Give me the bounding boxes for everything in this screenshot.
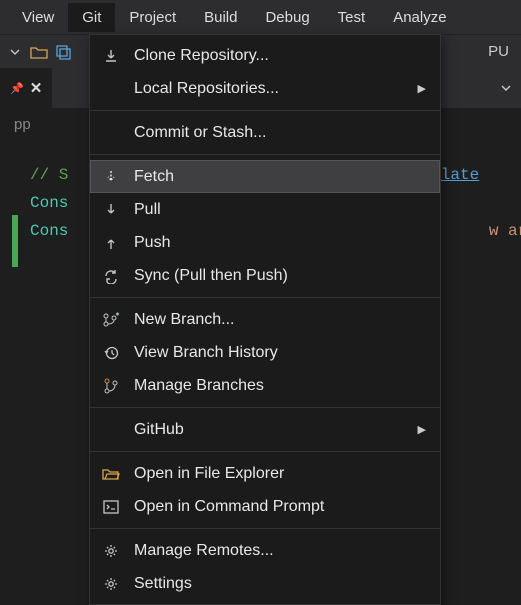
menu-separator xyxy=(90,407,440,408)
gear-icon xyxy=(100,573,122,595)
change-gutter-mark xyxy=(12,215,18,267)
menu-label: Sync (Pull then Push) xyxy=(134,267,288,285)
menu-label: Clone Repository... xyxy=(134,47,269,65)
menu-label: Push xyxy=(134,234,170,252)
toolbar-caret-icon[interactable] xyxy=(6,43,24,61)
git-menu-new-branch[interactable]: New Branch... xyxy=(90,303,440,336)
git-menu-pull[interactable]: Pull xyxy=(90,193,440,226)
download-icon xyxy=(100,45,122,67)
push-icon xyxy=(100,232,122,254)
git-menu-manage-remotes[interactable]: Manage Remotes... xyxy=(90,534,440,567)
menu-test[interactable]: Test xyxy=(324,3,380,32)
menu-analyze[interactable]: Analyze xyxy=(379,3,460,32)
blank-icon xyxy=(100,419,122,441)
menu-label: Manage Branches xyxy=(134,377,264,395)
pin-icon[interactable]: 📌 xyxy=(10,82,24,95)
git-menu-fetch[interactable]: Fetch xyxy=(90,160,440,193)
git-menu-open-command-prompt[interactable]: Open in Command Prompt xyxy=(90,490,440,523)
blank-icon xyxy=(100,122,122,144)
sync-icon xyxy=(100,265,122,287)
gear-icon xyxy=(100,540,122,562)
code-identifier: Cons xyxy=(30,194,68,212)
git-menu-github[interactable]: GitHub ▶ xyxy=(90,413,440,446)
menu-label: Settings xyxy=(134,575,192,593)
git-menu-view-branch-history[interactable]: View Branch History xyxy=(90,336,440,369)
menu-build[interactable]: Build xyxy=(190,3,251,32)
menu-separator xyxy=(90,297,440,298)
menu-project[interactable]: Project xyxy=(115,3,190,32)
code-comment: // S xyxy=(30,166,68,184)
menu-label: View Branch History xyxy=(134,344,278,362)
save-all-icon[interactable] xyxy=(54,43,72,61)
git-menu-sync[interactable]: Sync (Pull then Push) xyxy=(90,259,440,292)
toolbar-right-text: PU xyxy=(488,43,515,60)
menu-label: Local Repositories... xyxy=(134,80,279,98)
git-menu-open-file-explorer[interactable]: Open in File Explorer xyxy=(90,457,440,490)
menu-git[interactable]: Git xyxy=(68,3,115,32)
git-menu-clone-repository[interactable]: Clone Repository... xyxy=(90,39,440,72)
menu-view[interactable]: View xyxy=(8,3,68,32)
open-folder-icon[interactable] xyxy=(30,43,48,61)
code-identifier: Cons xyxy=(30,222,68,240)
menu-label: Fetch xyxy=(134,168,174,186)
fetch-icon xyxy=(100,166,122,188)
menu-label: Commit or Stash... xyxy=(134,124,266,142)
git-menu-commit-or-stash[interactable]: Commit or Stash... xyxy=(90,116,440,149)
menu-separator xyxy=(90,528,440,529)
git-menu-settings[interactable]: Settings xyxy=(90,567,440,600)
git-menu-manage-branches[interactable]: Manage Branches xyxy=(90,369,440,402)
blank-icon xyxy=(100,78,122,100)
menu-label: GitHub xyxy=(134,421,184,439)
submenu-arrow-icon: ▶ xyxy=(418,82,426,95)
menu-label: Open in File Explorer xyxy=(134,465,284,483)
menu-label: New Branch... xyxy=(134,311,234,329)
menu-label: Manage Remotes... xyxy=(134,542,274,560)
submenu-arrow-icon: ▶ xyxy=(418,423,426,436)
editor-split-dropdown[interactable] xyxy=(491,74,521,102)
terminal-icon xyxy=(100,496,122,518)
menu-separator xyxy=(90,451,440,452)
folder-open-icon xyxy=(100,463,122,485)
branch-icon xyxy=(100,375,122,397)
branch-new-icon xyxy=(100,309,122,331)
menubar: View Git Project Build Debug Test Analyz… xyxy=(0,0,521,34)
menu-label: Pull xyxy=(134,201,161,219)
menu-separator xyxy=(90,110,440,111)
menu-separator xyxy=(90,154,440,155)
history-icon xyxy=(100,342,122,364)
close-icon[interactable]: ✕ xyxy=(30,79,43,97)
pull-icon xyxy=(100,199,122,221)
menu-label: Open in Command Prompt xyxy=(134,498,324,516)
active-tab[interactable]: 📌 ✕ xyxy=(0,68,52,108)
git-menu-push[interactable]: Push xyxy=(90,226,440,259)
git-menu-local-repositories[interactable]: Local Repositories... ▶ xyxy=(90,72,440,105)
menu-debug[interactable]: Debug xyxy=(251,3,323,32)
git-dropdown-menu: Clone Repository... Local Repositories..… xyxy=(89,34,441,605)
